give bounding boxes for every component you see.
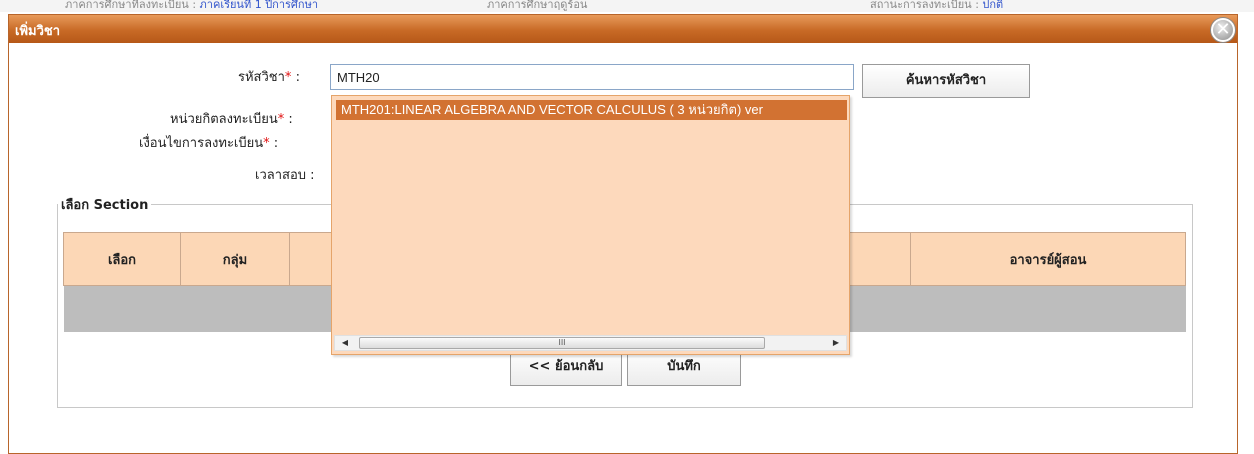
semester-label: ภาคการศึกษาที่ลงทะเบียน :: [65, 0, 200, 11]
scroll-right-icon[interactable]: ▶: [828, 336, 844, 350]
close-icon[interactable]: ✕: [1211, 18, 1235, 42]
scrollbar-thumb[interactable]: III: [359, 337, 765, 349]
background-page-header: ภาคการศึกษาที่ลงทะเบียน : ภาคเรียนที่ 1 …: [0, 0, 1254, 12]
dialog-titlebar: เพิ่มวิชา: [9, 15, 1237, 43]
search-course-button[interactable]: ค้นหารหัสวิชา: [862, 64, 1030, 98]
section-legend: เลือก Section: [61, 198, 149, 213]
course-code-input[interactable]: MTH20: [330, 64, 854, 90]
condition-label: เงื่อนไขการลงทะเบียน* :: [139, 136, 279, 151]
credits-label: หน่วยกิตลงทะเบียน* :: [170, 112, 293, 127]
column-header-instructor: อาจารย์ผู้สอน: [910, 232, 1186, 286]
semester-link[interactable]: ภาคเรียนที่ 1 ปีการศึกษา: [200, 0, 318, 11]
course-autocomplete-dropdown: MTH201:LINEAR ALGEBRA AND VECTOR CALCULU…: [331, 95, 850, 355]
required-mark: *: [284, 70, 292, 85]
summer-semester-label: ภาคการศึกษาฤดูร้อน: [487, 0, 588, 11]
scroll-left-icon[interactable]: ◀: [337, 336, 353, 350]
column-header-select: เลือก: [63, 232, 181, 286]
status-link[interactable]: ปกติ: [982, 0, 1003, 11]
dialog-title: เพิ่มวิชา: [15, 24, 61, 39]
column-header-group: กลุ่ม: [180, 232, 290, 286]
horizontal-scrollbar[interactable]: ◀ III ▶: [334, 335, 847, 351]
autocomplete-option[interactable]: MTH201:LINEAR ALGEBRA AND VECTOR CALCULU…: [336, 100, 847, 120]
course-code-label: รหัสวิชา* :: [238, 70, 300, 85]
exam-time-label: เวลาสอบ :: [255, 168, 315, 183]
status-label: สถานะการลงทะเบียน :: [870, 0, 983, 11]
